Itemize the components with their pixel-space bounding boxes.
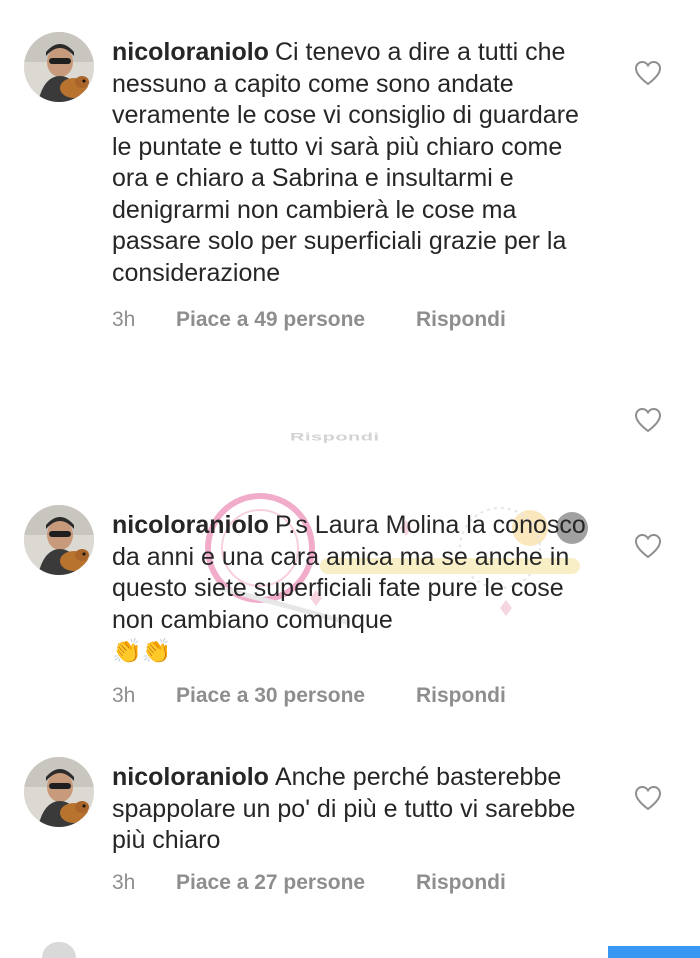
comment-body: nicoloraniolo Anche perché basterebbe spa… — [112, 762, 602, 857]
heart-outline-icon[interactable] — [634, 533, 662, 559]
comment-body: nicoloraniolo P.s Laura Molina la conosco… — [112, 510, 602, 668]
comment-meta: 3h Piace a 30 persone Rispondi — [112, 684, 506, 708]
next-comment-avatar — [42, 942, 76, 958]
comment-time: 3h — [112, 308, 136, 331]
avatar[interactable] — [24, 32, 94, 102]
avatar[interactable] — [24, 757, 94, 827]
reply-button[interactable]: Rispondi — [416, 871, 506, 895]
comment-likes[interactable]: Piace a 27 persone — [176, 871, 416, 895]
comment-username[interactable]: nicoloraniolo — [112, 763, 269, 791]
clapping-hands-emoji: 👏👏 — [112, 638, 172, 665]
comments-screen: nicoloraniolo Ci tenevo a dire a tutti ch… — [0, 0, 700, 958]
reply-button[interactable]: Rispondi — [416, 684, 506, 708]
comment-text: Ci tenevo a dire a tutti che nessuno a c… — [112, 38, 579, 287]
comment-time: 3h — [112, 871, 136, 894]
avatar[interactable] — [24, 505, 94, 575]
heart-outline-icon[interactable] — [634, 785, 662, 811]
comment-likes[interactable]: Piace a 30 persone — [176, 684, 416, 708]
profile-avatar-icon — [24, 32, 94, 102]
comment-likes[interactable]: Piace a 49 persone — [176, 308, 416, 332]
comment-time: 3h — [112, 684, 136, 707]
heart-outline-icon[interactable] — [634, 60, 662, 86]
heart-outline-icon[interactable] — [634, 407, 662, 433]
comment-body: nicoloraniolo Ci tenevo a dire a tutti ch… — [112, 37, 602, 289]
comment-username[interactable]: nicoloraniolo — [112, 38, 269, 66]
comment-username[interactable]: nicoloraniolo — [112, 511, 269, 539]
profile-avatar-icon — [24, 757, 94, 827]
comment-meta: 3h Piace a 49 persone Rispondi — [112, 308, 506, 332]
comment-meta: 3h Piace a 27 persone Rispondi — [112, 871, 506, 895]
action-bar-edge[interactable] — [608, 946, 700, 958]
profile-avatar-icon — [24, 505, 94, 575]
ghost-reply-text: Rispondi — [290, 431, 380, 444]
reply-button[interactable]: Rispondi — [416, 308, 506, 332]
